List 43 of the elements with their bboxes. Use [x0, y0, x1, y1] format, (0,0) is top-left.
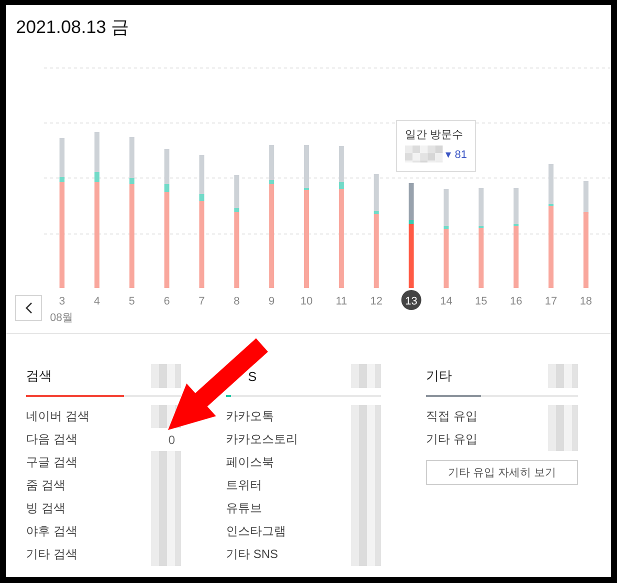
source-label: 카카오스토리	[226, 431, 298, 448]
source-label: 트위터	[226, 477, 262, 494]
day-label[interactable]: 4	[94, 296, 100, 308]
day-label[interactable]: 15	[475, 296, 488, 308]
source-label: 야후 검색	[26, 523, 78, 540]
day-label[interactable]: 3	[58, 296, 66, 308]
day-label[interactable]: 8	[234, 296, 240, 308]
chevron-left-icon	[24, 302, 32, 314]
source-label: 네이버 검색	[26, 408, 90, 425]
day-label[interactable]: 11	[336, 296, 348, 308]
day-label[interactable]: 6	[164, 296, 170, 308]
source-label: 카카오톡	[226, 408, 274, 425]
source-label: 구글 검색	[26, 454, 78, 471]
day-label[interactable]: 14	[440, 296, 452, 308]
day-label[interactable]: 10	[300, 296, 313, 308]
source-label: 유튜브	[226, 500, 262, 517]
source-label: 인스타그램	[226, 523, 286, 540]
section-heading: 기타	[426, 367, 452, 385]
section-heading: 검색	[26, 367, 52, 385]
day-label[interactable]: 12	[370, 296, 382, 308]
detail-button[interactable]: 기타 유입 자세히 보기	[426, 460, 578, 485]
day-label[interactable]: 17	[544, 296, 558, 308]
source-label: 기타 유입	[426, 431, 478, 448]
section-heading: S	[247, 368, 257, 384]
change-value: ▾ 81	[446, 148, 467, 160]
day-label[interactable]: 13	[401, 290, 422, 310]
source-label: 기타 SNS	[226, 546, 278, 563]
source-label: 기타 검색	[26, 546, 78, 563]
source-label: 줌 검색	[26, 477, 66, 494]
source-label: 직접 유입	[426, 408, 478, 425]
source-label: 페이스북	[226, 454, 274, 471]
tooltip-title: 일간 방문수	[405, 128, 464, 142]
previous-button[interactable]	[15, 295, 42, 321]
day-label[interactable]: 7	[198, 296, 205, 308]
day-label[interactable]: 5	[128, 296, 135, 308]
source-label: 다음 검색	[26, 431, 78, 448]
day-label[interactable]: 18	[580, 296, 592, 308]
day-label[interactable]: 16	[510, 296, 522, 308]
date-title: 2021.08.13 금	[15, 16, 130, 39]
month-label: 08월	[50, 312, 74, 324]
day-label[interactable]: 9	[268, 296, 275, 308]
visit-count: 0	[168, 432, 176, 446]
source-label: 빙 검색	[26, 500, 66, 517]
